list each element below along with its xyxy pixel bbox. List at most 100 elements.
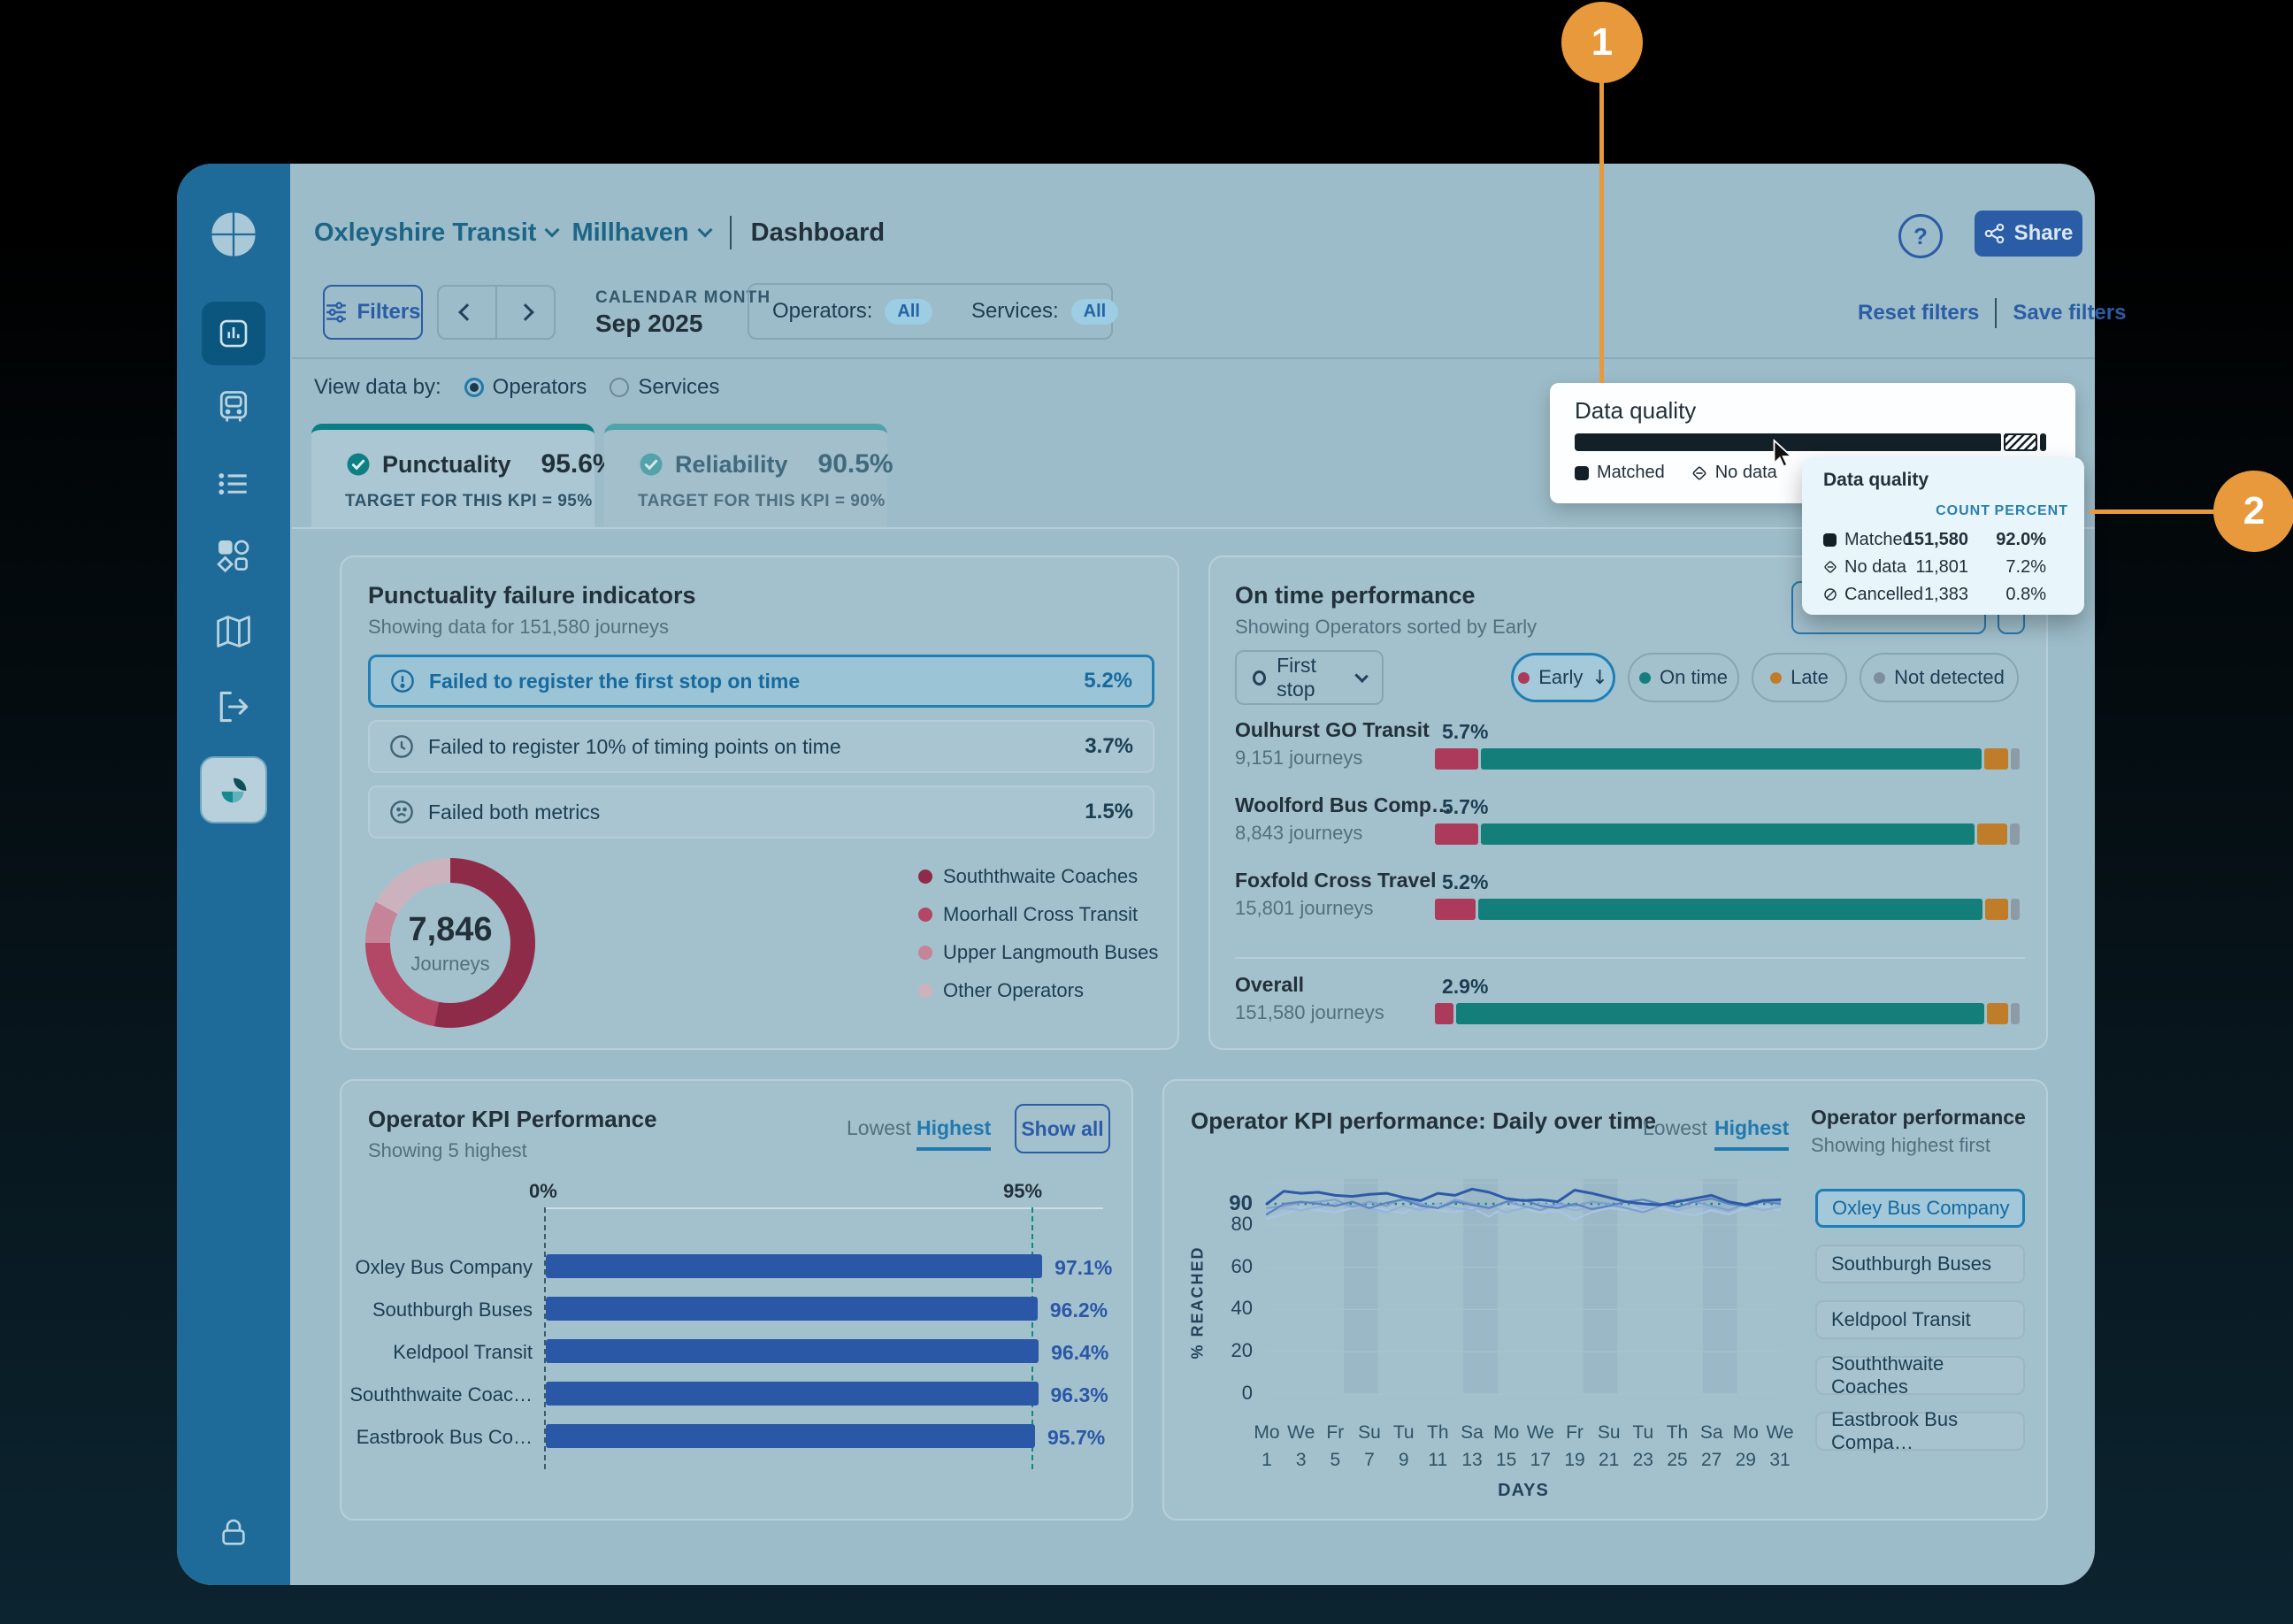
kpi-bar-value: 95.7%	[1047, 1426, 1105, 1450]
filters-button[interactable]: Filters	[323, 285, 423, 340]
data-quality-title: Data quality	[1575, 397, 1696, 425]
otp-row-journeys: 151,580 journeys	[1235, 1001, 1384, 1024]
otp-row-journeys: 15,801 journeys	[1235, 897, 1374, 920]
chevron-left-icon	[458, 303, 476, 321]
panel-subtitle: Showing Operators sorted by Early	[1235, 616, 1537, 639]
toggle-highest[interactable]: Highest	[916, 1116, 991, 1151]
check-circle-icon	[345, 451, 372, 478]
operator-button-southburgh[interactable]: Southburgh Buses	[1815, 1245, 2025, 1283]
failure-row-first-stop[interactable]: Failed to register the first stop on tim…	[368, 655, 1154, 708]
operator-button-souththwaite[interactable]: Souththwaite Coaches	[1815, 1356, 2025, 1395]
operators-all-chip[interactable]: All	[885, 299, 932, 325]
kpi-category-label: Southburgh Buses	[341, 1298, 533, 1321]
legend-dot-icon	[918, 869, 932, 884]
partner-app-icon	[215, 771, 252, 808]
toggle-lowest[interactable]: Lowest	[847, 1116, 911, 1140]
failure-row-both-metrics[interactable]: Failed both metrics 1.5%	[368, 785, 1154, 839]
axis-label-target: 95%	[1003, 1180, 1042, 1203]
tab-punctuality[interactable]: Punctuality 95.6% TARGET FOR THIS KPI = …	[311, 424, 594, 527]
check-circle-icon	[638, 451, 664, 478]
share-button[interactable]: Share	[1975, 211, 2082, 257]
stop-selector-dropdown[interactable]: First stop	[1235, 650, 1384, 705]
sidebar-item-apps[interactable]	[214, 536, 253, 575]
otp-row-value: 5.2%	[1442, 870, 1488, 894]
reset-filters-link[interactable]: Reset filters	[1858, 301, 1979, 326]
period-pager	[437, 285, 556, 340]
scope-summary: Operators: All Services: All	[748, 283, 1113, 340]
y-axis-tick: 40	[1210, 1297, 1253, 1320]
tooltip-count-header: COUNT	[1936, 503, 1990, 519]
sidebar-item-fleet[interactable]	[214, 387, 253, 426]
otp-row-name: Foxfold Cross Travel	[1235, 869, 1437, 892]
legend-pill-late[interactable]: Late	[1752, 653, 1847, 702]
otp-row-value: 2.9%	[1442, 975, 1488, 999]
kpi-category-label: Souththwaite Coac…	[341, 1383, 533, 1406]
show-all-button[interactable]: Show all	[1015, 1104, 1110, 1153]
y-axis-tick: 20	[1210, 1339, 1253, 1362]
tooltip-percent-header: PERCENT	[1995, 503, 2068, 519]
y-axis-label: % REACHED	[1189, 1214, 1208, 1391]
shapes-icon	[214, 536, 253, 575]
bar-segment-not-detected	[2011, 748, 2020, 770]
failure-row-timing-points[interactable]: Failed to register 10% of timing points …	[368, 720, 1154, 773]
radio-operators[interactable]: Operators	[464, 375, 587, 400]
callout-line-1	[1599, 81, 1604, 383]
side-title: Operator performance	[1811, 1106, 2026, 1130]
kpi-bar-value: 96.4%	[1051, 1341, 1108, 1365]
sidebar-item-partner-app[interactable]	[200, 756, 267, 823]
data-quality-bar	[1575, 433, 2051, 451]
callout-circle-2: 2	[2213, 471, 2293, 552]
toggle-highest[interactable]: Highest	[1714, 1116, 1789, 1151]
kpi-target: TARGET FOR THIS KPI = 90%	[638, 492, 887, 511]
sort-down-arrow-icon: ↓	[1591, 667, 1607, 689]
bar-segment-late	[1984, 748, 2008, 770]
sidebar-item-map[interactable]	[214, 612, 253, 651]
help-button[interactable]: ?	[1898, 214, 1943, 258]
sidebar	[177, 164, 290, 1585]
failure-indicators-panel: Punctuality failure indicators Showing d…	[340, 555, 1179, 1050]
tab-reliability[interactable]: Reliability 90.5% TARGET FOR THIS KPI = …	[604, 424, 887, 527]
donut-legend-item: Souththwaite Coaches	[918, 865, 1158, 888]
operator-button-keldpool[interactable]: Keldpool Transit	[1815, 1300, 2025, 1339]
donut-legend-item: Other Operators	[918, 979, 1158, 1002]
sidebar-item-dashboard[interactable]	[202, 302, 265, 365]
no-data-diamond-icon	[1823, 560, 1837, 574]
radio-selected-icon	[464, 378, 484, 397]
next-month-button[interactable]	[497, 287, 554, 338]
radio-services[interactable]: Services	[610, 375, 719, 400]
kpi-category-label: Eastbrook Bus Co…	[341, 1426, 533, 1449]
location-selector[interactable]: Millhaven	[571, 218, 709, 248]
donut-legend-item: Moorhall Cross Transit	[918, 903, 1158, 926]
filter-actions: Reset filters Save filters	[1858, 295, 2126, 331]
toggle-lowest[interactable]: Lowest	[1643, 1116, 1707, 1140]
legend-pill-early[interactable]: Early ↓	[1511, 653, 1615, 702]
bar-chart-icon	[215, 315, 252, 352]
save-filters-link[interactable]: Save filters	[2013, 301, 2126, 326]
map-icon	[214, 612, 253, 651]
kpi-bar-value: 97.1%	[1054, 1256, 1112, 1280]
services-all-chip[interactable]: All	[1071, 299, 1119, 325]
otp-stacked-bar	[1435, 1003, 2020, 1024]
services-label: Services:	[971, 299, 1059, 324]
previous-month-button[interactable]	[439, 287, 497, 338]
sidebar-item-list[interactable]	[214, 465, 253, 504]
otp-stacked-bar	[1435, 823, 2020, 845]
breadcrumb-divider	[730, 216, 732, 249]
sidebar-item-logout[interactable]	[214, 687, 253, 726]
page-title: Dashboard	[751, 218, 885, 248]
legend-pill-not-detected[interactable]: Not detected	[1860, 653, 2019, 702]
otp-row-name: Oulhurst GO Transit	[1235, 718, 1430, 742]
operator-button-oxley[interactable]: Oxley Bus Company	[1815, 1189, 2025, 1228]
matched-square-icon	[1823, 533, 1837, 547]
legend-dot-icon	[918, 946, 932, 960]
bar-segment-late	[1985, 899, 2008, 920]
legend-dot-icon	[918, 908, 932, 922]
operator-button-eastbrook[interactable]: Eastbrook Bus Compa…	[1815, 1412, 2025, 1451]
otp-row-name: Overall	[1235, 973, 1304, 997]
logout-icon	[214, 687, 253, 726]
bar-segment-late	[1977, 823, 2007, 845]
sidebar-item-lock[interactable]	[215, 1514, 252, 1551]
legend-pill-on-time[interactable]: On time	[1628, 653, 1739, 702]
donut-hole: 7,846 Journeys	[390, 883, 510, 1003]
org-selector[interactable]: Oxleyshire Transit	[314, 218, 557, 248]
